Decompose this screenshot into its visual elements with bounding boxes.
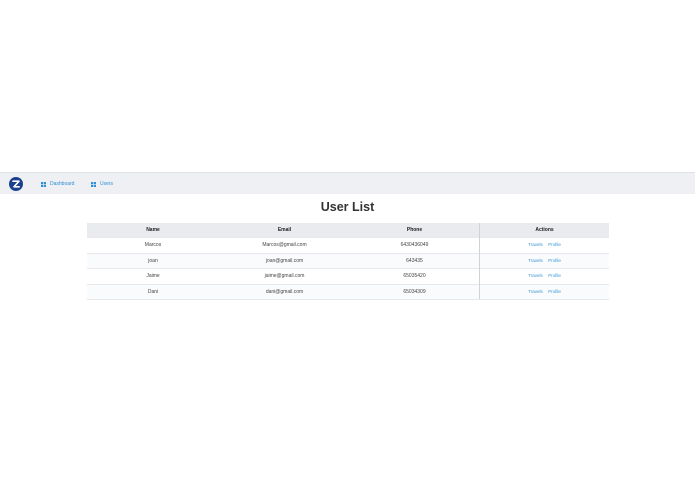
cell-email: Marcos@gmail.com	[219, 237, 350, 253]
top-navbar: Dashboard Users	[0, 172, 695, 194]
cell-email: jaime@gmail.com	[219, 268, 350, 284]
table-row: Jaime jaime@gmail.com 65035420 Travels P…	[87, 268, 609, 284]
cell-actions: Travels Profile	[479, 268, 609, 284]
nav-item-label: Dashboard	[50, 181, 75, 187]
table-row: joan joan@gmail.com 643435 Travels Profi…	[87, 252, 609, 269]
brand-logo[interactable]	[9, 177, 23, 191]
cell-phone: 65035420	[350, 268, 480, 284]
nav-item-dashboard[interactable]: Dashboard	[41, 179, 74, 189]
cell-phone: 643435	[350, 252, 480, 269]
table-row: Dani dani@gmail.com 65034309 Travels Pro…	[87, 283, 609, 300]
cell-actions: Travels Profile	[479, 283, 609, 300]
travels-link[interactable]: Travels	[528, 258, 543, 263]
travels-link[interactable]: Travels	[528, 289, 543, 294]
page-title: User List	[320, 200, 375, 214]
profile-link[interactable]: Profile	[548, 258, 561, 263]
cell-name: joan	[87, 252, 219, 269]
column-header-name[interactable]: Name	[87, 223, 219, 238]
cell-phone: 65034309	[350, 283, 480, 300]
cell-name: Jaime	[87, 268, 219, 284]
cell-actions: Travels Profile	[479, 252, 609, 269]
profile-link[interactable]: Profile	[548, 289, 561, 294]
nav-item-users[interactable]: Users	[91, 179, 113, 189]
column-header-email[interactable]: Email	[219, 223, 350, 238]
column-header-phone[interactable]: Phone	[350, 223, 480, 238]
travels-link[interactable]: Travels	[528, 242, 543, 247]
nav-item-label: Users	[100, 181, 114, 187]
profile-link[interactable]: Profile	[548, 273, 561, 278]
cell-email: joan@gmail.com	[219, 252, 350, 269]
users-table: Name Email Phone Actions Marcos Marcos@g…	[87, 223, 609, 300]
cell-phone: 6430436049	[350, 237, 480, 253]
users-table-container: Name Email Phone Actions Marcos Marcos@g…	[87, 223, 609, 300]
cell-email: dani@gmail.com	[219, 283, 350, 300]
table-header-row: Name Email Phone Actions	[87, 223, 609, 238]
table-row: Marcos Marcos@gmail.com 6430436049 Trave…	[87, 237, 609, 253]
z-logo-icon	[12, 180, 20, 188]
cell-name: Dani	[87, 283, 219, 300]
grid-icon	[41, 181, 46, 187]
cell-name: Marcos	[87, 237, 219, 253]
grid-icon	[91, 181, 96, 187]
column-header-actions: Actions	[479, 223, 609, 238]
travels-link[interactable]: Travels	[528, 273, 543, 278]
profile-link[interactable]: Profile	[548, 242, 561, 247]
cell-actions: Travels Profile	[479, 237, 609, 253]
